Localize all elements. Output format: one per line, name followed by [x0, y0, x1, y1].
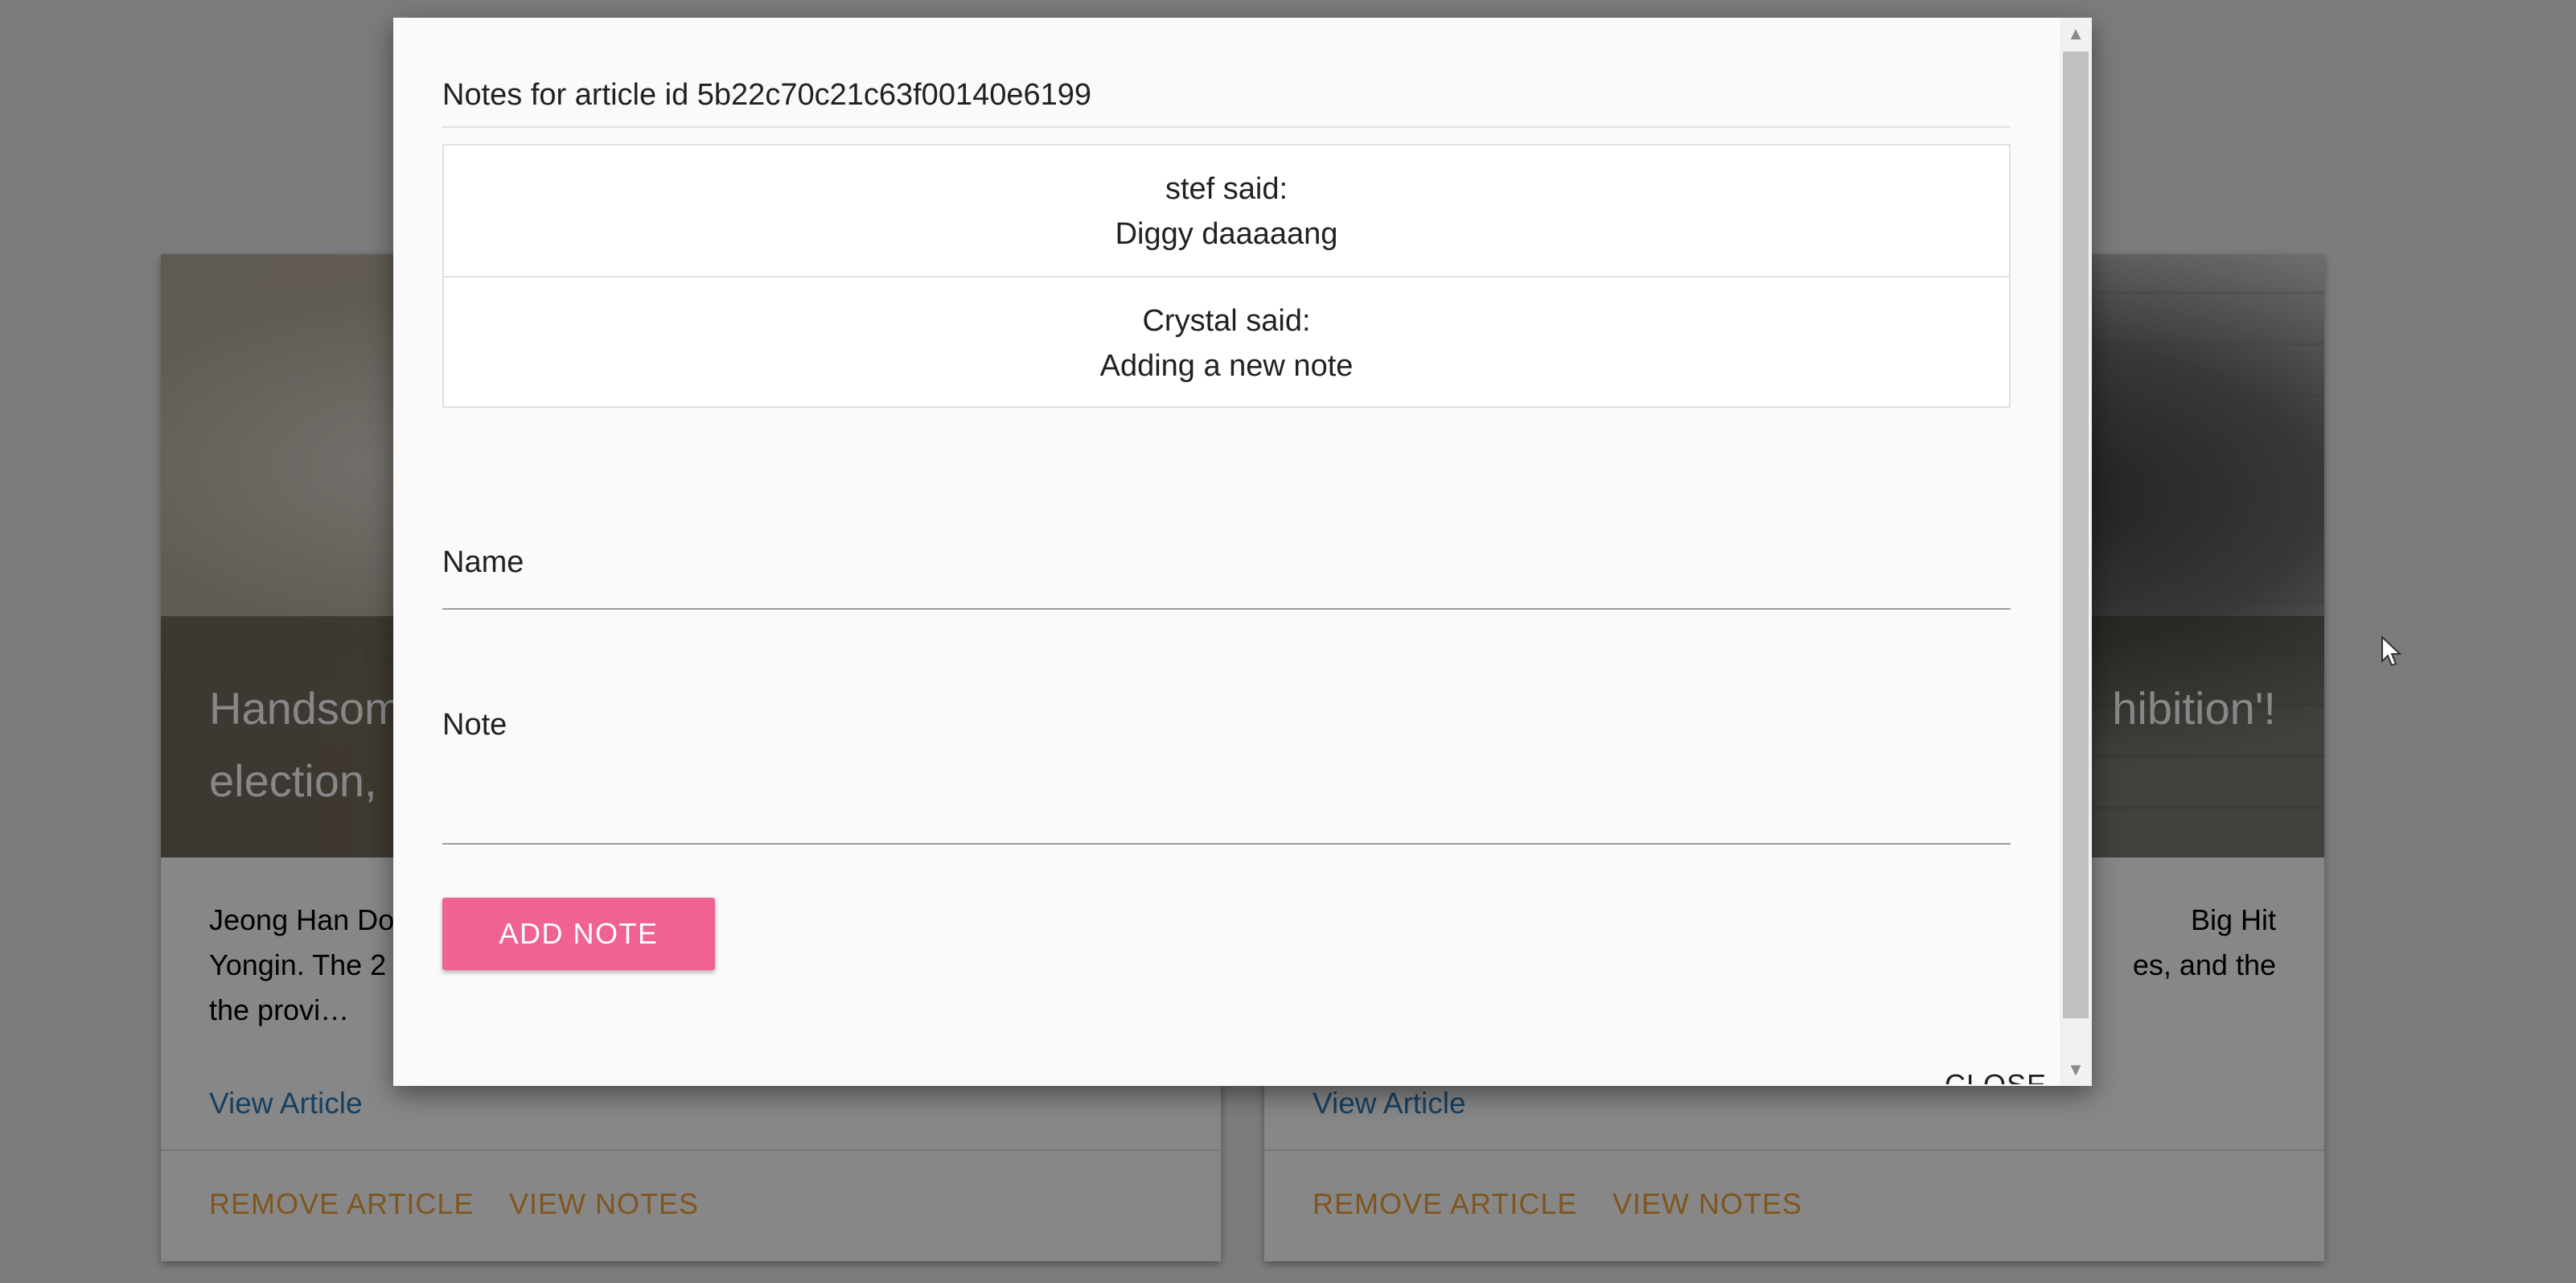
modal-heading: Notes for article id 5b22c70c21c63f00140…	[442, 78, 1092, 112]
note-text: Adding a new note	[1099, 349, 1354, 383]
scroll-up-icon[interactable]: ▲	[2060, 18, 2092, 50]
modal-scrollbar[interactable]: ▲ ▼	[2060, 18, 2092, 1086]
note-input[interactable]	[442, 759, 2011, 845]
heading-divider	[442, 126, 2011, 128]
scroll-down-icon[interactable]: ▼	[2060, 1054, 2092, 1086]
note-author: Crystal said:	[1142, 304, 1311, 338]
note-text: Diggy daaaaang	[1115, 217, 1338, 251]
note-label: Note	[442, 708, 507, 742]
notes-list: stef said: Diggy daaaaang Crystal said: …	[442, 144, 2011, 408]
note-author: stef said:	[1165, 172, 1288, 206]
add-note-button[interactable]: ADD NOTE	[442, 898, 715, 970]
scroll-thumb[interactable]	[2063, 51, 2089, 1018]
mouse-pointer-icon	[2381, 635, 2402, 667]
name-input[interactable]	[442, 557, 2011, 610]
list-item: Crystal said: Adding a new note	[444, 276, 2009, 406]
notes-modal: Notes for article id 5b22c70c21c63f00140…	[393, 18, 2092, 1086]
list-item: stef said: Diggy daaaaang	[444, 146, 2009, 276]
close-button[interactable]: CLOSE	[1945, 1057, 2047, 1084]
